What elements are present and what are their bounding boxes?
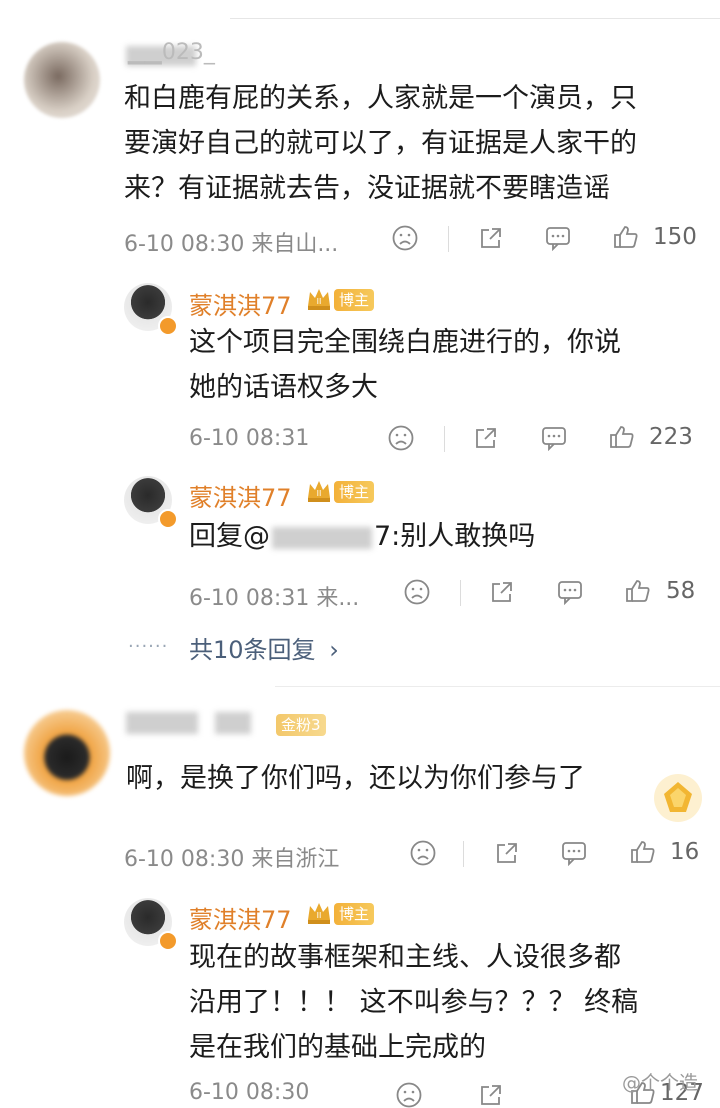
username[interactable]: 蒙淇淇77: [189, 900, 292, 935]
verified-badge-icon: [158, 316, 178, 336]
svg-text:II: II: [317, 911, 322, 920]
reply-line: 这个项目完全围绕白鹿进行的，你说: [189, 327, 621, 358]
dislike-face-icon[interactable]: [410, 840, 436, 866]
dislike-face-icon[interactable]: [392, 225, 418, 251]
like-icon[interactable]: [609, 424, 635, 450]
comment-line: 要演好自己的就可以了，有证据是人家干的: [124, 128, 637, 159]
svg-text:II: II: [317, 297, 322, 306]
username-redacted[interactable]: [215, 712, 251, 734]
share-icon[interactable]: [489, 579, 515, 605]
crown-icon: II: [305, 284, 333, 312]
comment-meta: 6-10 08:30 来自浙江: [124, 847, 340, 872]
share-icon[interactable]: [473, 425, 499, 451]
avatar[interactable]: [24, 42, 100, 118]
divider: [444, 426, 445, 452]
avatar[interactable]: [24, 710, 110, 796]
watermark-text: @个个造: [622, 1072, 699, 1094]
crown-icon: II: [305, 898, 333, 926]
chevron-right-icon: ›: [329, 636, 339, 664]
dislike-face-icon[interactable]: [404, 579, 430, 605]
more-replies-dots: ······: [128, 636, 169, 657]
reply-line: 是在我们的基础上完成的: [189, 1032, 486, 1063]
blogger-badge: 博主: [334, 289, 375, 311]
like-icon[interactable]: [630, 839, 656, 865]
blogger-badge: 博主: [334, 481, 375, 503]
dislike-face-icon[interactable]: [388, 425, 414, 451]
reply-line: 现在的故事框架和主线、人设很多都: [189, 942, 621, 973]
reply-line: 沿用了！！！ 这不叫参与？？？ 终稿: [189, 987, 639, 1018]
comment-line: 来？有证据就去告，没证据就不要瞎造谣: [124, 173, 610, 204]
dislike-face-icon[interactable]: [396, 1082, 422, 1108]
svg-text:II: II: [317, 489, 322, 498]
username-redacted[interactable]: [126, 712, 198, 734]
comment-divider: [275, 686, 720, 687]
like-icon[interactable]: [625, 578, 651, 604]
crown-icon: II: [305, 476, 333, 504]
more-replies-label: 共10条回复: [189, 636, 316, 664]
reply-meta: 6-10 08:31 来...: [189, 586, 360, 611]
blogger-badge: 博主: [334, 903, 375, 925]
reply-meta: 6-10 08:31: [189, 426, 310, 451]
username-text: ▁▁023_: [128, 40, 215, 65]
comment-icon[interactable]: [557, 579, 583, 605]
like-count: 150: [653, 224, 697, 250]
verified-badge-icon: [158, 931, 178, 951]
reply-text: 回复@ 7:别人敢换吗: [189, 514, 535, 559]
username[interactable]: 蒙淇淇77: [189, 286, 292, 321]
more-replies-link[interactable]: 共10条回复 ›: [189, 630, 339, 665]
like-icon[interactable]: [613, 224, 639, 250]
comment-line: 和白鹿有屁的关系，人家就是一个演员，只: [124, 83, 637, 114]
reply-meta: 6-10 08:30: [189, 1080, 310, 1105]
comment-icon[interactable]: [541, 425, 567, 451]
share-icon[interactable]: [494, 840, 520, 866]
watermark: @个个造: [622, 1068, 698, 1095]
reply-suffix: 7:别人敢换吗: [374, 521, 536, 552]
comment-text: 和白鹿有屁的关系，人家就是一个演员，只 要演好自己的就可以了，有证据是人家干的 …: [124, 76, 704, 211]
divider: [463, 841, 464, 867]
reply-line: 她的话语权多大: [189, 372, 378, 403]
reply-text: 这个项目完全围绕白鹿进行的，你说 她的话语权多大: [189, 320, 689, 410]
divider: [448, 226, 449, 252]
comment-text: 啊，是换了你们吗，还以为你们参与了: [126, 763, 585, 794]
divider: [460, 580, 461, 606]
verified-badge-icon: [158, 509, 178, 529]
like-count: 16: [670, 839, 700, 865]
share-icon[interactable]: [478, 1082, 504, 1108]
comment-icon[interactable]: [561, 840, 587, 866]
like-count: 58: [666, 578, 696, 604]
gold-diamond-icon: [650, 770, 706, 826]
reply-prefix: 回复@: [189, 521, 270, 552]
username[interactable]: 蒙淇淇77: [189, 478, 292, 513]
comment-meta: 6-10 08:30 来自山...: [124, 232, 339, 257]
reply-text: 现在的故事框架和主线、人设很多都 沿用了！！！ 这不叫参与？？？ 终稿 是在我们…: [189, 935, 709, 1070]
top-divider: [230, 18, 720, 19]
share-icon[interactable]: [478, 225, 504, 251]
comment-icon[interactable]: [545, 225, 571, 251]
mention-redacted[interactable]: [272, 526, 372, 549]
like-count: 223: [649, 424, 693, 450]
fan-level-badge: 金粉3: [276, 714, 326, 736]
